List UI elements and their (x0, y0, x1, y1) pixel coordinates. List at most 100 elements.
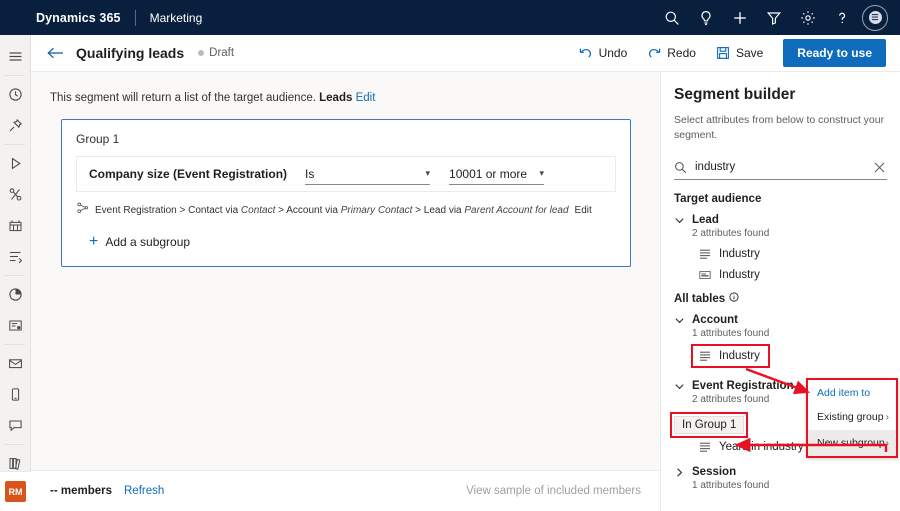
command-bar-actions: Undo Redo Save Ready to (569, 39, 900, 67)
chevron-down-icon: ▾ (426, 168, 431, 179)
refresh-link[interactable]: Refresh (124, 485, 164, 497)
attribute-account-industry[interactable]: Industry (695, 348, 766, 364)
target-audience-heading: Target audience (674, 193, 900, 205)
filter-icon[interactable] (757, 0, 791, 35)
table-group-account[interactable]: Account (674, 314, 900, 326)
text-field-icon (699, 269, 711, 281)
table-count-lead: 2 attributes found (692, 228, 900, 239)
table-count-account: 1 attributes found (692, 328, 900, 339)
avatar[interactable]: ☰ (862, 5, 888, 31)
save-icon (716, 46, 730, 60)
view-sample-link[interactable]: View sample of included members (466, 485, 641, 497)
attribute-lead-industry-text[interactable]: Industry (699, 269, 900, 281)
user-badge-container[interactable]: RM (0, 471, 31, 511)
condition-value-dropdown[interactable]: 10001 or more ▾ (449, 163, 544, 185)
undo-icon (579, 46, 593, 60)
left-navigation-rail: RM (0, 35, 31, 511)
condition-operator-dropdown[interactable]: Is ▾ (305, 163, 430, 185)
chevron-down-icon (674, 381, 685, 392)
optionset-list-icon (699, 350, 711, 362)
context-menu-item-existing-group[interactable]: Existing group › (808, 404, 896, 430)
lightbulb-icon[interactable] (689, 0, 723, 35)
members-count: -- members (50, 485, 112, 497)
chevron-down-icon (674, 215, 685, 226)
all-tables-label: All tables (674, 293, 725, 305)
undo-button[interactable]: Undo (569, 41, 638, 65)
context-menu-item-label: New subgroup (817, 437, 885, 449)
context-menu-item-new-subgroup[interactable]: New subgroup › (808, 430, 896, 456)
ready-to-use-button[interactable]: Ready to use (783, 39, 886, 67)
suite-header-bar: Dynamics 365 Marketing (0, 0, 900, 35)
event-icon[interactable] (0, 210, 31, 241)
chevron-right-icon: › (886, 438, 889, 449)
add-subgroup-button[interactable]: + Add a subgroup (89, 234, 616, 250)
chevron-down-icon (674, 315, 685, 326)
page-title: Qualifying leads (76, 45, 184, 61)
redo-button[interactable]: Redo (637, 41, 706, 65)
hamburger-icon[interactable] (0, 41, 31, 72)
chevron-right-icon: › (886, 412, 889, 423)
add-item-context-menu: Add item to Existing group › New subgrou… (806, 378, 898, 458)
attribute-label: Industry (719, 269, 760, 281)
segment-description-text: This segment will return a list of the t… (50, 92, 316, 104)
attribute-lead-industry-optionset[interactable]: Industry (699, 248, 900, 260)
table-group-lead[interactable]: Lead (674, 214, 900, 226)
suite-brand-label: Dynamics 365 (36, 11, 121, 25)
email-icon[interactable] (0, 348, 31, 379)
play-icon[interactable] (0, 148, 31, 179)
search-input[interactable] (695, 161, 866, 173)
rail-divider (5, 144, 25, 145)
help-icon[interactable] (825, 0, 859, 35)
optionset-list-icon (699, 441, 711, 453)
context-menu-header: Add item to (808, 380, 896, 404)
add-subgroup-label: Add a subgroup (105, 235, 190, 249)
panel-subtitle: Select attributes from below to construc… (674, 113, 887, 142)
segment-description: This segment will return a list of the t… (50, 92, 660, 104)
mobile-icon[interactable] (0, 379, 31, 410)
chevron-right-icon (674, 467, 685, 478)
members-status-bar: -- members Refresh View sample of includ… (31, 470, 660, 511)
table-name-session: Session (692, 466, 736, 478)
dynamics365-segment-builder-screen: Dynamics 365 Marketing (0, 0, 900, 511)
segment-target-entity: Leads (319, 92, 352, 104)
panel-title: Segment builder (674, 86, 900, 104)
table-name-event-registration: Event Registration (692, 380, 794, 392)
recent-clock-icon[interactable] (0, 79, 31, 110)
search-icon[interactable] (655, 0, 689, 35)
attribute-label: Industry (719, 350, 760, 362)
status-dot-icon (198, 50, 204, 56)
back-button[interactable] (47, 46, 64, 60)
attribute-search-box[interactable] (674, 155, 887, 180)
info-icon[interactable] (729, 292, 739, 305)
suite-app-name: Marketing (150, 11, 203, 25)
command-bar: Qualifying leads Draft Undo (31, 35, 900, 72)
segment-icon[interactable] (0, 179, 31, 210)
close-icon[interactable] (874, 162, 887, 173)
target-audience-label: Target audience (674, 193, 761, 205)
chat-icon[interactable] (0, 410, 31, 441)
table-group-session[interactable]: Session (674, 466, 900, 478)
condition-attribute-label: Company size (Event Registration) (89, 167, 287, 181)
pin-icon[interactable] (0, 110, 31, 141)
pie-chart-icon[interactable] (0, 279, 31, 310)
edit-path-link[interactable]: Edit (575, 205, 592, 216)
segment-canvas: This segment will return a list of the t… (31, 72, 660, 470)
chevron-down-icon: ▾ (540, 168, 545, 179)
rail-divider (5, 344, 25, 345)
gear-icon[interactable] (791, 0, 825, 35)
save-button[interactable]: Save (706, 41, 773, 65)
condition-row: Company size (Event Registration) Is ▾ 1… (76, 156, 616, 192)
form-card-icon[interactable] (0, 310, 31, 341)
search-icon (674, 161, 687, 174)
context-menu-item-label: Existing group (817, 411, 884, 423)
relationship-path-text: Event Registration > Contact via Contact… (95, 205, 569, 216)
condition-value: 10001 or more (449, 167, 527, 181)
edit-target-link[interactable]: Edit (356, 92, 376, 104)
plus-icon[interactable] (723, 0, 757, 35)
flow-icon[interactable] (0, 241, 31, 272)
rail-divider (5, 75, 25, 76)
save-label: Save (736, 46, 763, 60)
table-name-account: Account (692, 314, 738, 326)
in-group-pill: In Group 1 (674, 416, 744, 434)
plus-icon: + (89, 234, 98, 250)
